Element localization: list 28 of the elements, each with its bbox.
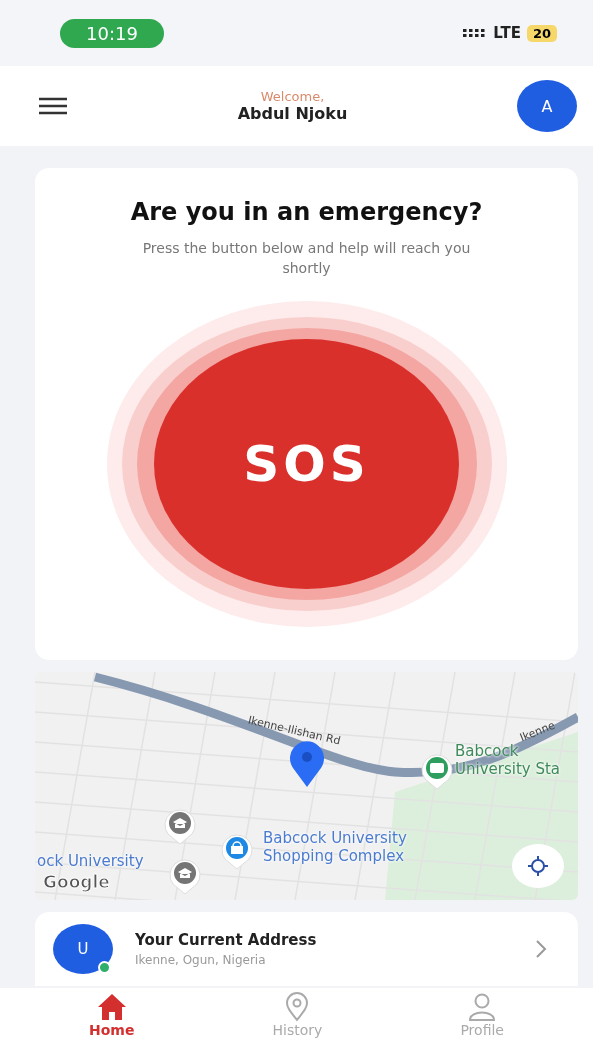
status-time: 10:19: [60, 18, 164, 48]
menu-button[interactable]: [38, 97, 68, 115]
location-pin-icon: [287, 740, 327, 788]
battery-indicator: 20: [526, 24, 557, 42]
crosshair-icon: [527, 855, 549, 877]
sos-button[interactable]: SOS: [154, 338, 459, 589]
current-address-card[interactable]: U Your Current Address Ikenne, Ogun, Nigeria: [35, 912, 578, 986]
user-name: Abdul Njoku: [237, 104, 348, 123]
welcome-text: Welcome,: [260, 89, 325, 104]
place-marker-icon: [163, 807, 197, 845]
address-text: Ikenne, Ogun, Nigeria: [135, 953, 267, 967]
place-marker-icon: [168, 857, 202, 895]
emergency-title: Are you in an emergency?: [130, 198, 483, 226]
network-label: LTE: [493, 24, 521, 42]
map-logo: Google: [43, 873, 110, 892]
user-avatar: U: [53, 924, 113, 974]
place-marker-icon: [220, 832, 254, 870]
chevron-right-icon: [534, 938, 548, 960]
place-marker-icon: [420, 752, 454, 790]
place-label: ock University: [37, 852, 144, 870]
road-label: Ikenne: [517, 718, 557, 745]
emergency-subtitle: Press the button below and help will reach you shortly: [141, 239, 472, 279]
menu-icon: [38, 97, 68, 115]
nav-tab[interactable]: Home: [79, 988, 145, 1048]
address-title: Your Current Address: [135, 931, 318, 949]
avatar-button[interactable]: A: [517, 80, 577, 132]
signal-icon: [463, 27, 488, 39]
place-label: Babcock University Shopping Complex: [263, 829, 407, 865]
